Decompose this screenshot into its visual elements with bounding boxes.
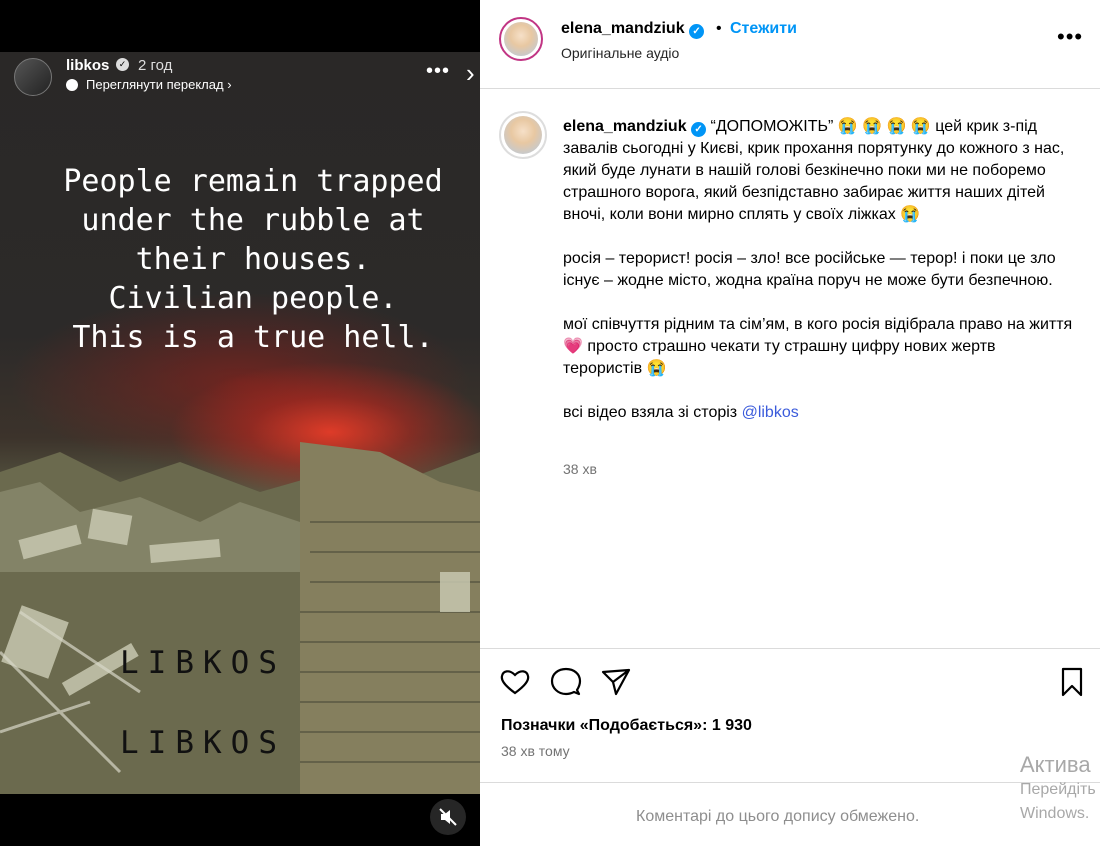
likes-count[interactable]: Позначки «Подобається»: 1 930 [501, 717, 752, 735]
more-options-icon[interactable]: ••• [1057, 24, 1083, 50]
comment-icon[interactable] [549, 665, 583, 699]
follow-button[interactable]: Стежити [730, 20, 797, 38]
verified-icon: ✓ [691, 122, 707, 137]
watermark-line: Актива [1020, 752, 1091, 777]
story-avatar[interactable] [14, 58, 52, 96]
post-caption: elena_mandziuk ✓ “ДОПОМОЖІТЬ” 😭 😭 😭 😭 це… [563, 116, 1073, 446]
caption-time: 38 хв [563, 461, 597, 477]
author-avatar[interactable] [499, 17, 543, 61]
caption-avatar[interactable] [499, 111, 547, 159]
post-time: 38 хв тому [501, 743, 570, 759]
watermark-line: Перейдіть [1020, 781, 1096, 798]
story-header: libkos ✓ 2 год Переглянути переклад › ••… [0, 52, 480, 112]
separator-dot: • [716, 20, 722, 37]
windows-activation-watermark: Актива Перейдіть Windows. [1020, 752, 1096, 826]
mute-button[interactable] [430, 799, 466, 835]
watermark-line: Windows. [1020, 805, 1090, 822]
post-panel: elena_mandziuk ✓ • Стежити Оригінальне а… [480, 0, 1100, 846]
verified-icon: ✓ [689, 24, 705, 39]
bookmark-icon[interactable] [1055, 665, 1089, 699]
post-media[interactable]: libkos ✓ 2 год Переглянути переклад › ••… [0, 0, 480, 846]
story-username[interactable]: libkos [66, 57, 109, 74]
story-time: 2 год [138, 57, 173, 74]
see-translation-label: Переглянути переклад › [86, 77, 232, 92]
story-more-icon[interactable]: ••• [426, 60, 450, 83]
caption-paragraph: мої співчуття рідним та сім’ям, в кого р… [563, 316, 1073, 377]
mention-link[interactable]: @libkos [742, 404, 799, 421]
story-overlay-text: People remain trapped under the rubble a… [63, 164, 443, 355]
caption-paragraph: всі відео взяла зі сторіз [563, 404, 742, 421]
speaker-muted-icon [439, 808, 457, 826]
next-arrow-icon[interactable]: › [466, 58, 475, 89]
see-translation-link[interactable]: Переглянути переклад › [66, 77, 232, 92]
caption-paragraph: росія – терорист! росія – зло! все росій… [563, 250, 1056, 289]
verified-icon: ✓ [116, 58, 129, 71]
speech-bubble-icon [66, 79, 78, 91]
comments-restricted-notice: Коментарі до цього допису обмежено. [636, 808, 920, 825]
story-watermark-text: LIBKOS [120, 725, 286, 761]
share-icon[interactable] [599, 665, 633, 699]
story-watermark-text: LIBKOS [120, 645, 286, 681]
action-bar [480, 648, 1100, 709]
post-header: elena_mandziuk ✓ • Стежити Оригінальне а… [480, 0, 1100, 89]
caption-username[interactable]: elena_mandziuk [563, 118, 687, 135]
author-username[interactable]: elena_mandziuk ✓ [561, 20, 705, 39]
original-audio-link[interactable]: Оригінальне аудіо [561, 45, 679, 61]
author-username-text: elena_mandziuk [561, 20, 685, 37]
heart-icon[interactable] [498, 665, 532, 699]
